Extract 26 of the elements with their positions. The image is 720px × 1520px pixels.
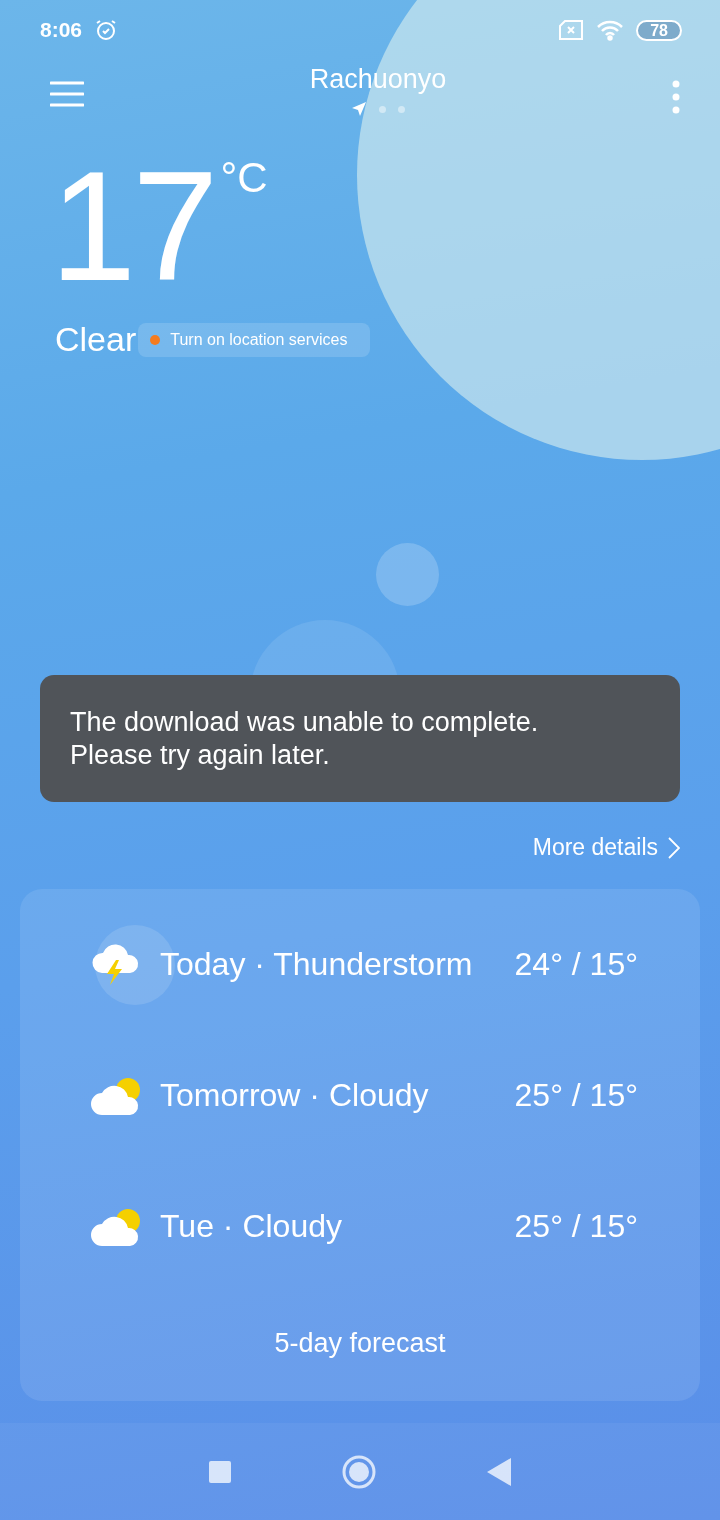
forecast-temperatures: 25° / 15° <box>514 1077 638 1114</box>
forecast-temperatures: 24° / 15° <box>514 946 638 983</box>
back-button[interactable] <box>487 1457 511 1486</box>
forecast-day: Tomorrow · Cloudy <box>160 1077 497 1114</box>
battery-level: 78 <box>636 19 682 41</box>
forecast-day: Tue · Cloudy <box>160 1208 497 1245</box>
more-details-link[interactable]: More details <box>532 834 680 861</box>
page-indicator-dot[interactable] <box>379 105 386 113</box>
toast-message: The download was unable to complete. Please try again later. <box>70 705 540 772</box>
forecast-temperatures: 25° / 15° <box>514 1208 638 1245</box>
five-day-forecast-button[interactable]: 5-day forecast <box>254 1318 466 1369</box>
recents-button[interactable] <box>209 1460 231 1483</box>
chevron-right-icon <box>668 836 680 859</box>
wifi-icon <box>596 19 625 41</box>
menu-button[interactable] <box>50 80 84 108</box>
temperature-unit: °C <box>220 154 268 202</box>
forecast-day: Today · Thunderstorm <box>160 946 497 983</box>
location-services-prompt[interactable]: Turn on location services <box>138 322 370 357</box>
sim-card-icon <box>558 20 585 40</box>
location-arrow-icon[interactable] <box>351 101 367 117</box>
more-options-button[interactable] <box>672 80 680 114</box>
weather-condition: Clear <box>55 320 137 359</box>
status-time: 8:06 <box>40 18 83 42</box>
home-button[interactable] <box>341 1453 377 1490</box>
temperature: 17 <box>50 152 215 302</box>
page-indicator-dot[interactable] <box>398 105 405 113</box>
